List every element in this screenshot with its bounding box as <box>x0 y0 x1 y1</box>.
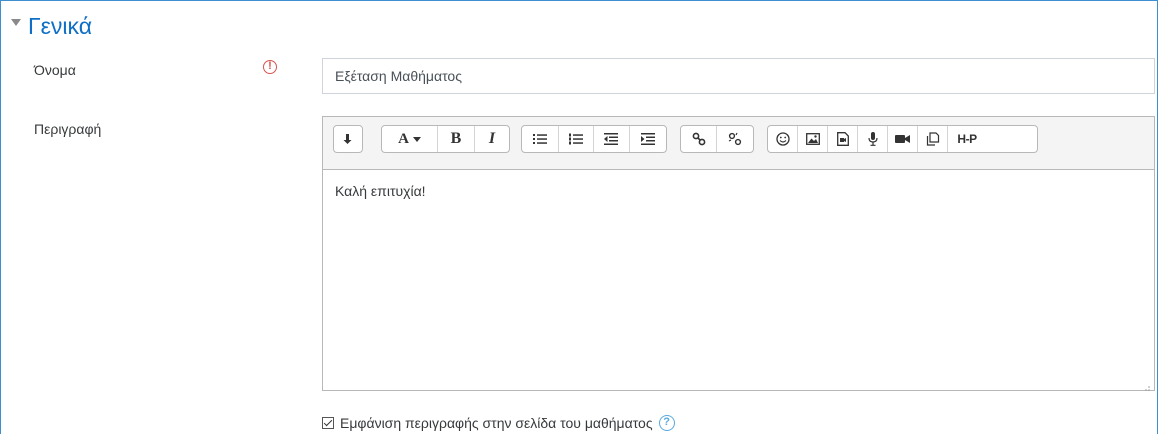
name-label: Όνομα <box>34 62 76 78</box>
bold-label: B <box>450 130 462 147</box>
smiley-icon <box>775 132 790 146</box>
image-button[interactable] <box>798 126 828 152</box>
indent-icon <box>640 133 655 145</box>
italic-label: I <box>488 130 496 147</box>
editor-text: Καλή επιτυχία! <box>335 183 426 199</box>
show-description-checkbox[interactable] <box>322 417 334 429</box>
name-input[interactable] <box>322 58 1155 94</box>
link-button[interactable] <box>681 126 718 152</box>
record-video-button[interactable] <box>888 126 918 152</box>
h5p-label: H-P <box>957 132 977 146</box>
manage-files-button[interactable] <box>918 126 948 152</box>
required-icon: ! <box>263 60 277 74</box>
media-button[interactable] <box>828 126 858 152</box>
section-title[interactable]: Γενικά <box>28 12 92 40</box>
outdent-button[interactable] <box>594 126 630 152</box>
media-file-icon <box>836 132 849 146</box>
toolbar-group-lists <box>521 125 667 153</box>
emoticon-button[interactable] <box>768 126 798 152</box>
resize-grip-icon[interactable] <box>1142 378 1150 391</box>
help-icon[interactable]: ? <box>658 415 675 431</box>
description-editor: A B I H-P Καλή επιτυχία! <box>322 116 1155 391</box>
show-description-row: Εμφάνιση περιγραφής στην σελίδα του μαθή… <box>322 414 675 432</box>
font-style-label: A <box>398 130 409 147</box>
toolbar-group-links <box>680 125 754 153</box>
toolbar-group-media: H-P <box>767 125 1038 153</box>
toolbar-group-style: A B I <box>381 125 510 153</box>
outdent-icon <box>604 133 619 145</box>
font-style-button[interactable]: A <box>382 126 438 152</box>
arrow-down-icon <box>343 133 353 145</box>
link-icon <box>692 132 706 146</box>
collapse-toggle-icon[interactable] <box>11 19 21 26</box>
general-fieldset: Γενικά Όνομα ! Περιγραφή A <box>0 0 1158 434</box>
copy-files-icon <box>926 132 940 146</box>
toolbar-group-collapse <box>333 125 363 153</box>
image-icon <box>805 133 820 145</box>
bold-button[interactable]: B <box>438 126 475 152</box>
insert-h5p-button[interactable]: H-P <box>948 126 986 152</box>
editor-toolbar: A B I H-P <box>323 117 1154 169</box>
record-audio-button[interactable] <box>858 126 888 152</box>
show-description-label[interactable]: Εμφάνιση περιγραφής στην σελίδα του μαθή… <box>340 415 653 431</box>
unlink-button[interactable] <box>717 126 753 152</box>
ordered-list-button[interactable] <box>559 126 595 152</box>
unordered-list-icon <box>532 133 547 145</box>
show-more-buttons-button[interactable] <box>334 126 362 152</box>
description-label: Περιγραφή <box>34 121 102 137</box>
editor-content-area[interactable]: Καλή επιτυχία! <box>323 169 1154 391</box>
ordered-list-icon <box>568 133 583 145</box>
microphone-icon <box>867 132 878 146</box>
caret-down-icon <box>412 136 421 142</box>
unordered-list-button[interactable] <box>522 126 559 152</box>
italic-button[interactable]: I <box>475 126 509 152</box>
unlink-icon <box>728 132 742 146</box>
video-camera-icon <box>895 134 910 144</box>
indent-button[interactable] <box>630 126 666 152</box>
